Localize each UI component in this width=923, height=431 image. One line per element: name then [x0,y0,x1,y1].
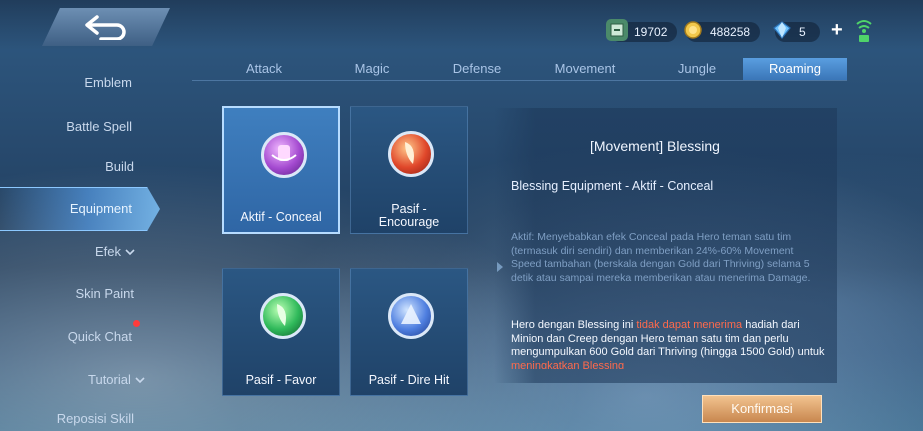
menu-item-efek[interactable]: Efek [95,244,135,259]
favor-icon [260,293,306,339]
conceal-icon [261,132,307,178]
tab-divider [192,80,847,81]
menu-item-quick-chat[interactable]: Quick Chat [0,329,160,344]
currency-diamond: 5 [773,20,820,44]
chevron-down-icon [135,376,145,383]
gold-coin-icon [682,19,704,41]
back-button[interactable] [42,8,170,46]
confirm-button[interactable]: Konfirmasi [702,395,822,423]
notification-dot [133,320,140,327]
passive-highlight: tidak dapat menerima [636,319,743,331]
wifi-signal-icon [855,18,873,44]
ticket-icon [606,19,628,41]
card-label: Pasif - Encourage [378,202,440,229]
passive-highlight: meningkatkan Blessing [511,359,625,370]
card-label: Pasif - Favor [245,373,317,387]
menu-item-reposisi-skill[interactable]: Reposisi Skill [0,411,160,426]
ticket-count: 19702 [634,25,668,39]
diamond-count: 5 [799,25,806,39]
tab-jungle[interactable]: Jungle [665,58,729,80]
diamond-icon [771,19,793,41]
menu-item-tutorial[interactable]: Tutorial [88,372,145,387]
menu-item-emblem[interactable]: Emblem [0,75,160,90]
menu-item-build[interactable]: Build [0,159,160,174]
tab-roaming[interactable]: Roaming [743,58,847,80]
back-arrow-icon [85,15,126,40]
tab-defense[interactable]: Defense [445,58,509,80]
currency-ticket: 19702 [606,19,678,44]
panel-pointer [497,262,503,272]
equipment-card-encourage[interactable]: Pasif - Encourage [350,106,468,234]
detail-passive-text: Hero dengan Blessing ini tidak dapat men… [511,319,826,369]
add-currency-button[interactable]: + [831,19,843,42]
chevron-down-icon [125,248,135,255]
tab-magic[interactable]: Magic [340,58,404,80]
gold-count: 488258 [710,25,751,39]
menu-item-equipment[interactable]: Equipment [0,201,160,216]
tab-attack[interactable]: Attack [232,58,296,80]
menu-item-tutorial-label: Tutorial [88,372,131,387]
tab-movement[interactable]: Movement [545,58,625,80]
detail-description: Aktif: Menyebabkan efek Conceal pada Her… [511,231,811,284]
encourage-icon [388,131,434,177]
currency-gold: 488258 [684,20,761,44]
menu-item-efek-label: Efek [95,244,122,259]
menu-item-battle-spell[interactable]: Battle Spell [0,119,160,134]
detail-subtitle: Blessing Equipment - Aktif - Conceal [511,179,714,193]
equipment-card-conceal[interactable]: Aktif - Conceal [222,106,340,234]
menu-item-skin-paint[interactable]: Skin Paint [0,286,160,301]
equipment-card-favor[interactable]: Pasif - Favor [222,268,340,396]
card-label: Aktif - Conceal [240,210,322,224]
detail-title: [Movement] Blessing [590,138,720,154]
equipment-card-dire-hit[interactable]: Pasif - Dire Hit [350,268,468,396]
dire-hit-icon [388,293,434,339]
card-label: Pasif - Dire Hit [368,373,450,387]
passive-prefix: Hero dengan Blessing ini [511,319,634,331]
